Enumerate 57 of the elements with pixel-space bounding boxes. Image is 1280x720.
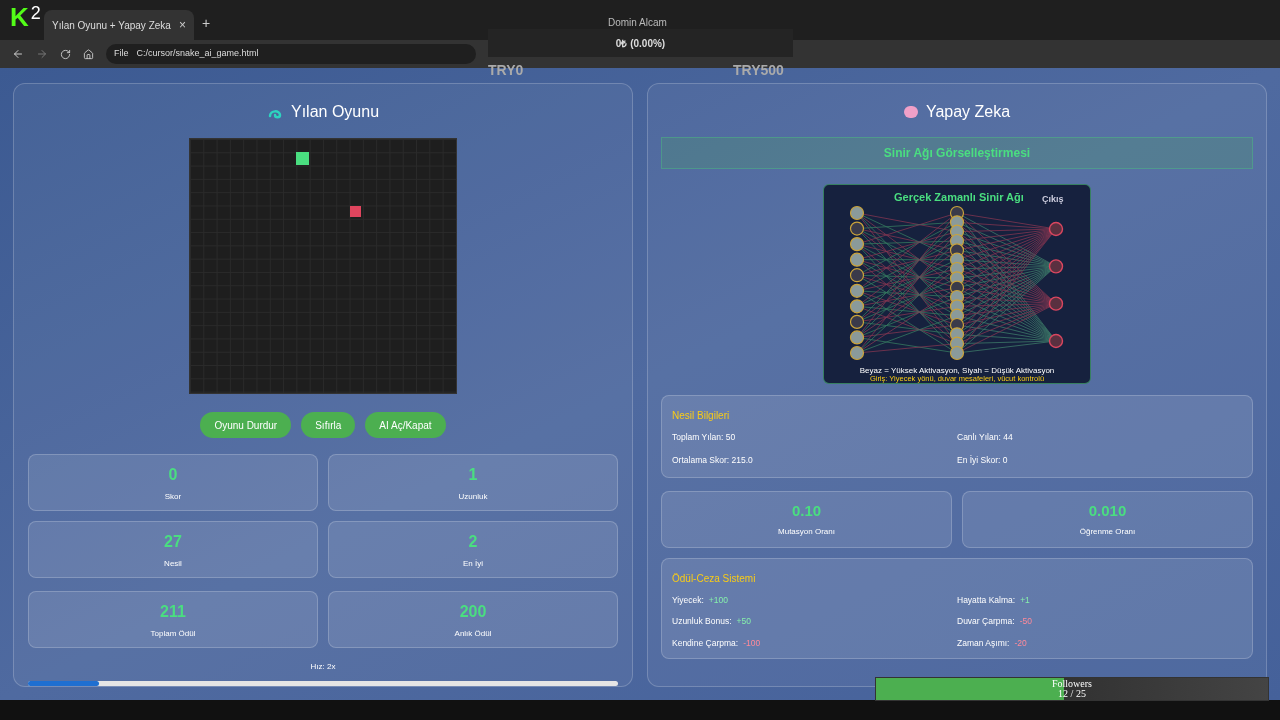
- game-title: Yılan Oyunu: [290, 102, 380, 122]
- generation-title: Nesil Bilgileri: [672, 409, 731, 423]
- generation-stat: Toplam Yılan: 50: [672, 431, 737, 444]
- reward-value: +50: [736, 615, 751, 628]
- stat-label: En İyi: [463, 557, 483, 570]
- reward-label: Duvar Çarpma:: [957, 615, 1015, 628]
- reward-label: Zaman Aşımı:: [957, 637, 1010, 650]
- food-square: [349, 205, 361, 217]
- browser-tab[interactable]: Yılan Oyunu + Yapay Zeka ×: [44, 10, 194, 40]
- speed-label: Hız: 2x: [310, 661, 336, 674]
- stat-label: Toplam Ödül: [150, 627, 196, 640]
- output-heading: Çıkış: [1042, 193, 1064, 207]
- reward-value: -20: [1014, 637, 1027, 650]
- reward-value: -100: [743, 637, 761, 650]
- url-text: C:/cursor/snake_ai_game.html: [136, 47, 259, 61]
- close-icon[interactable]: ×: [179, 16, 186, 34]
- overlay-logo-number: 2: [30, 4, 41, 22]
- section-header: Sinir Ağı Görselleştirmesi: [661, 137, 1253, 169]
- overlay-logo: K: [10, 4, 29, 30]
- stat-value: 211: [160, 601, 186, 622]
- rate-value: 0.010: [1088, 500, 1127, 521]
- stat-value: 2: [468, 531, 478, 552]
- tab-title: Yılan Oyunu + Yapay Zeka: [52, 18, 171, 33]
- rewards-title: Ödül-Ceza Sistemi: [672, 571, 757, 586]
- stat-value: 200: [459, 601, 487, 622]
- stat-value: 0: [168, 464, 178, 485]
- reward-value: -50: [1019, 615, 1032, 628]
- streamer-name: Domin Alcam: [608, 16, 667, 30]
- reward-value: +100: [708, 593, 728, 607]
- scheme-label: File: [114, 47, 129, 61]
- rate-value: 0.10: [791, 500, 822, 521]
- stat-value: 1: [468, 464, 478, 485]
- generation-stat: Canlı Yılan: 44: [957, 431, 1014, 444]
- reward-value: +1: [1020, 593, 1030, 607]
- new-tab-button[interactable]: +: [202, 13, 211, 34]
- generation-stat: En İyi Skor: 0: [957, 453, 1009, 467]
- rate-label: Mutasyon Oranı: [778, 526, 835, 539]
- generation-stat: Ortalama Skor: 215.0: [672, 453, 754, 467]
- stat-label: Nesil: [164, 557, 182, 570]
- reload-icon[interactable]: [60, 48, 71, 60]
- reward-label: Kendine Çarpma:: [672, 637, 739, 650]
- reward-label: Hayatta Kalma:: [957, 593, 1016, 607]
- home-icon[interactable]: [83, 48, 94, 60]
- rate-label: Öğrenme Oranı: [1079, 526, 1136, 539]
- stat-label: Uzunluk: [458, 490, 488, 503]
- ai-title: Yapay Zeka: [925, 102, 1011, 122]
- stat-label: Anlık Ödül: [454, 627, 492, 640]
- back-icon[interactable]: [12, 48, 24, 60]
- address-bar[interactable]: File C:/cursor/snake_ai_game.html: [106, 44, 476, 64]
- reward-label: Uzunluk Bonus:: [672, 615, 732, 628]
- snake-segment: [296, 152, 309, 165]
- speed-slider[interactable]: [28, 681, 618, 686]
- stat-label: Skor: [164, 490, 182, 503]
- balance-box: 0₺ (0.00%): [488, 29, 793, 57]
- stat-value: 27: [164, 531, 182, 552]
- reward-label: Yiyecek:: [672, 593, 704, 607]
- network-legend: Beyaz = Yüksek Aktivasyon, Siyah = Düşük Aktivasyon: [857, 366, 1057, 375]
